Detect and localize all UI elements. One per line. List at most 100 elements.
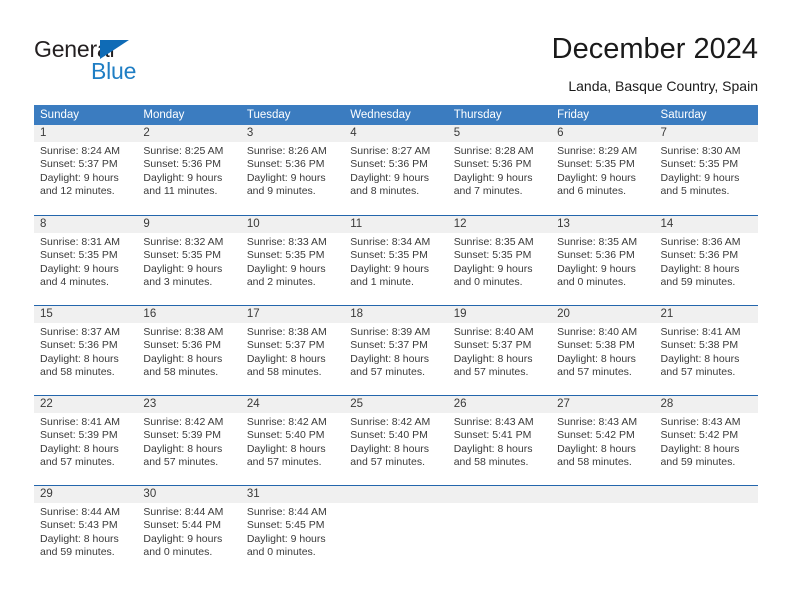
calendar-page: General Blue December 2024 Landa, Basque… (0, 0, 792, 612)
day-details (551, 503, 654, 506)
day-details: Sunrise: 8:44 AM Sunset: 5:45 PM Dayligh… (241, 503, 344, 560)
day-cell[interactable]: 11 Sunrise: 8:34 AM Sunset: 5:35 PM Dayl… (344, 216, 448, 305)
day-cell[interactable]: 28 Sunrise: 8:43 AM Sunset: 5:42 PM Dayl… (654, 396, 758, 485)
day-details: Sunrise: 8:34 AM Sunset: 5:35 PM Dayligh… (344, 233, 447, 290)
calendar-week-row: 29 Sunrise: 8:44 AM Sunset: 5:43 PM Dayl… (34, 485, 758, 575)
sunrise-text: Sunrise: 8:43 AM (453, 416, 534, 428)
day-cell[interactable]: 5 Sunrise: 8:28 AM Sunset: 5:36 PM Dayli… (447, 125, 552, 215)
general-blue-logo[interactable]: General Blue (34, 36, 234, 88)
day-details: Sunrise: 8:40 AM Sunset: 5:38 PM Dayligh… (551, 323, 654, 380)
sunset-text: Sunset: 5:44 PM (143, 519, 222, 532)
day-cell[interactable]: 30 Sunrise: 8:44 AM Sunset: 5:44 PM Dayl… (137, 486, 241, 575)
sunset-text: Sunset: 5:40 PM (246, 429, 325, 442)
sunrise-text: Sunrise: 8:38 AM (143, 326, 224, 338)
daylight-text-line2: and 12 minutes. (40, 185, 115, 198)
day-number: 12 (447, 216, 552, 233)
day-cell[interactable]: 17 Sunrise: 8:38 AM Sunset: 5:37 PM Dayl… (240, 306, 345, 395)
day-cell-empty (654, 486, 758, 575)
day-number: 6 (551, 125, 655, 142)
sunset-text: Sunset: 5:37 PM (453, 339, 532, 352)
sunset-text: Sunset: 5:45 PM (246, 519, 325, 532)
day-cell[interactable]: 7 Sunrise: 8:30 AM Sunset: 5:35 PM Dayli… (654, 125, 758, 215)
day-cell[interactable]: 6 Sunrise: 8:29 AM Sunset: 5:35 PM Dayli… (551, 125, 655, 215)
sunset-text: Sunset: 5:39 PM (40, 429, 118, 442)
day-details: Sunrise: 8:38 AM Sunset: 5:36 PM Dayligh… (137, 323, 240, 380)
day-cell[interactable]: 1 Sunrise: 8:24 AM Sunset: 5:37 PM Dayli… (34, 125, 138, 215)
daylight-text-line1: Daylight: 9 hours (40, 171, 119, 184)
daylight-text-line2: and 6 minutes. (557, 185, 626, 198)
sunrise-text: Sunrise: 8:25 AM (143, 145, 224, 157)
sunrise-text: Sunrise: 8:41 AM (40, 416, 120, 428)
sunset-text: Sunset: 5:35 PM (660, 158, 739, 171)
day-details: Sunrise: 8:31 AM Sunset: 5:35 PM Dayligh… (34, 233, 137, 290)
sunset-text: Sunset: 5:36 PM (453, 158, 532, 171)
day-details: Sunrise: 8:42 AM Sunset: 5:40 PM Dayligh… (241, 413, 344, 470)
daylight-text-line2: and 58 minutes. (246, 366, 322, 379)
day-cell[interactable]: 26 Sunrise: 8:43 AM Sunset: 5:41 PM Dayl… (447, 396, 552, 485)
day-number: 7 (654, 125, 758, 142)
sunset-text: Sunset: 5:42 PM (557, 429, 635, 442)
daylight-text-line1: Daylight: 9 hours (143, 532, 223, 545)
sunset-text: Sunset: 5:36 PM (143, 158, 222, 171)
calendar-table: Sunday Monday Tuesday Wednesday Thursday… (34, 105, 758, 575)
day-cell[interactable]: 22 Sunrise: 8:41 AM Sunset: 5:39 PM Dayl… (34, 396, 138, 485)
sunset-text: Sunset: 5:36 PM (350, 158, 428, 171)
day-details: Sunrise: 8:36 AM Sunset: 5:36 PM Dayligh… (655, 233, 758, 290)
daylight-text-line1: Daylight: 8 hours (40, 532, 119, 545)
day-number: 14 (654, 216, 758, 233)
sunset-text: Sunset: 5:36 PM (143, 339, 222, 352)
day-cell[interactable]: 25 Sunrise: 8:42 AM Sunset: 5:40 PM Dayl… (344, 396, 448, 485)
sunrise-text: Sunrise: 8:42 AM (246, 416, 327, 428)
day-number: 25 (344, 396, 448, 413)
sunrise-text: Sunrise: 8:28 AM (453, 145, 534, 157)
day-details: Sunrise: 8:27 AM Sunset: 5:36 PM Dayligh… (344, 142, 447, 199)
day-details: Sunrise: 8:33 AM Sunset: 5:35 PM Dayligh… (241, 233, 344, 290)
sunset-text: Sunset: 5:35 PM (453, 249, 532, 262)
day-number: 11 (344, 216, 448, 233)
day-cell[interactable]: 29 Sunrise: 8:44 AM Sunset: 5:43 PM Dayl… (34, 486, 138, 575)
day-cell[interactable]: 4 Sunrise: 8:27 AM Sunset: 5:36 PM Dayli… (344, 125, 448, 215)
day-details: Sunrise: 8:43 AM Sunset: 5:42 PM Dayligh… (655, 413, 758, 470)
sunrise-text: Sunrise: 8:27 AM (350, 145, 431, 157)
day-cell[interactable]: 14 Sunrise: 8:36 AM Sunset: 5:36 PM Dayl… (654, 216, 758, 305)
daylight-text-line1: Daylight: 8 hours (40, 442, 119, 455)
day-cell[interactable]: 15 Sunrise: 8:37 AM Sunset: 5:36 PM Dayl… (34, 306, 138, 395)
sunrise-text: Sunrise: 8:35 AM (453, 236, 534, 248)
daylight-text-line2: and 57 minutes. (660, 366, 736, 379)
day-number: 27 (551, 396, 655, 413)
day-details: Sunrise: 8:40 AM Sunset: 5:37 PM Dayligh… (448, 323, 551, 380)
day-details: Sunrise: 8:25 AM Sunset: 5:36 PM Dayligh… (137, 142, 240, 199)
day-cell[interactable]: 13 Sunrise: 8:35 AM Sunset: 5:36 PM Dayl… (551, 216, 655, 305)
day-cell[interactable]: 8 Sunrise: 8:31 AM Sunset: 5:35 PM Dayli… (34, 216, 138, 305)
sunrise-text: Sunrise: 8:37 AM (40, 326, 120, 338)
day-cell[interactable]: 23 Sunrise: 8:42 AM Sunset: 5:39 PM Dayl… (137, 396, 241, 485)
daylight-text-line1: Daylight: 8 hours (453, 442, 533, 455)
daylight-text-line1: Daylight: 8 hours (453, 352, 533, 365)
day-cell[interactable]: 10 Sunrise: 8:33 AM Sunset: 5:35 PM Dayl… (240, 216, 345, 305)
weekday-header-friday: Friday (557, 109, 590, 121)
day-cell[interactable]: 18 Sunrise: 8:39 AM Sunset: 5:37 PM Dayl… (344, 306, 448, 395)
day-cell[interactable]: 31 Sunrise: 8:44 AM Sunset: 5:45 PM Dayl… (240, 486, 345, 575)
daylight-text-line1: Daylight: 8 hours (246, 352, 326, 365)
day-cell[interactable]: 20 Sunrise: 8:40 AM Sunset: 5:38 PM Dayl… (551, 306, 655, 395)
day-cell[interactable]: 12 Sunrise: 8:35 AM Sunset: 5:35 PM Dayl… (447, 216, 552, 305)
sunrise-text: Sunrise: 8:40 AM (453, 326, 534, 338)
day-number: 2 (137, 125, 241, 142)
daylight-text-line1: Daylight: 9 hours (40, 262, 119, 275)
day-cell[interactable]: 9 Sunrise: 8:32 AM Sunset: 5:35 PM Dayli… (137, 216, 241, 305)
sunrise-text: Sunrise: 8:34 AM (350, 236, 431, 248)
day-cell[interactable]: 3 Sunrise: 8:26 AM Sunset: 5:36 PM Dayli… (240, 125, 345, 215)
day-number: 30 (137, 486, 241, 503)
day-number: 21 (654, 306, 758, 323)
day-cell[interactable]: 24 Sunrise: 8:42 AM Sunset: 5:40 PM Dayl… (240, 396, 345, 485)
day-cell[interactable]: 21 Sunrise: 8:41 AM Sunset: 5:38 PM Dayl… (654, 306, 758, 395)
day-cell[interactable]: 27 Sunrise: 8:43 AM Sunset: 5:42 PM Dayl… (551, 396, 655, 485)
day-cell[interactable]: 2 Sunrise: 8:25 AM Sunset: 5:36 PM Dayli… (137, 125, 241, 215)
sunset-text: Sunset: 5:35 PM (40, 249, 118, 262)
day-cell[interactable]: 16 Sunrise: 8:38 AM Sunset: 5:36 PM Dayl… (137, 306, 241, 395)
day-number: 9 (137, 216, 241, 233)
day-number: 5 (447, 125, 552, 142)
day-cell[interactable]: 19 Sunrise: 8:40 AM Sunset: 5:37 PM Dayl… (447, 306, 552, 395)
calendar-week-row: 15 Sunrise: 8:37 AM Sunset: 5:36 PM Dayl… (34, 305, 758, 395)
daylight-text-line2: and 57 minutes. (246, 456, 322, 469)
